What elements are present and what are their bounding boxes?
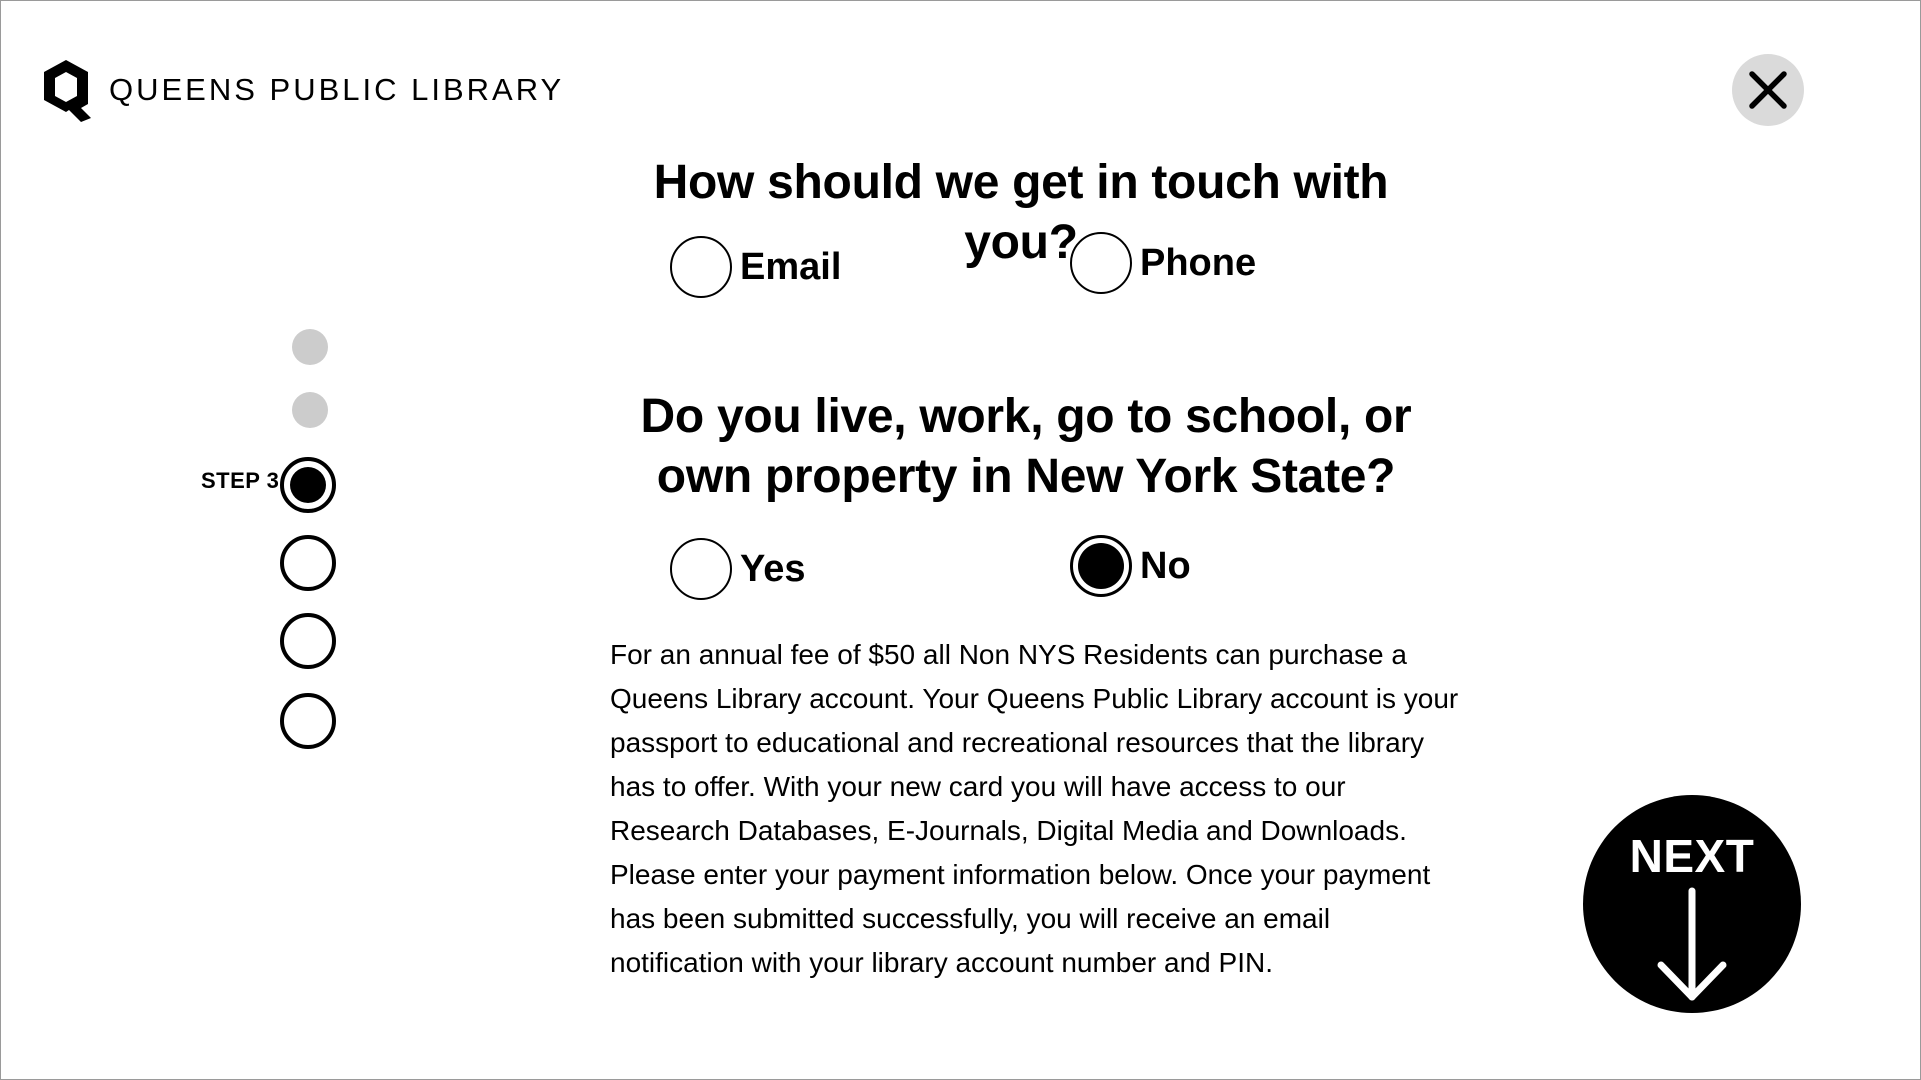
close-icon: [1749, 71, 1787, 109]
library-logo[interactable]: QUEENS PUBLIC LIBRARY: [41, 58, 564, 122]
step-2-completed[interactable]: [292, 392, 328, 428]
residency-question-title: Do you live, work, go to school, or own …: [640, 390, 1412, 503]
radio-selected-dot: [1078, 543, 1124, 589]
step-5-pending: [280, 613, 336, 669]
close-button[interactable]: [1732, 54, 1804, 126]
yes-radio-option[interactable]: Yes: [670, 538, 806, 600]
step-4-pending: [280, 535, 336, 591]
no-radio-label: No: [1140, 544, 1191, 587]
step-6-pending: [280, 693, 336, 749]
phone-radio-button[interactable]: [1070, 232, 1132, 294]
library-name: QUEENS PUBLIC LIBRARY: [109, 72, 565, 107]
page-frame: QUEENS PUBLIC LIBRARY STEP 3 How should …: [0, 0, 1921, 1080]
no-radio-button[interactable]: [1070, 535, 1132, 597]
email-radio-button[interactable]: [670, 236, 732, 298]
current-step-label: STEP 3: [201, 468, 280, 493]
next-button[interactable]: NEXT: [1583, 795, 1801, 1013]
step-3-current: [280, 457, 336, 513]
arrow-down-icon: [1657, 887, 1727, 1001]
queens-library-q-icon: [44, 60, 91, 122]
email-radio-label: Email: [740, 245, 842, 288]
step-1-completed[interactable]: [292, 329, 328, 365]
non-resident-fee-info: For an annual fee of $50 all Non NYS Res…: [610, 639, 1459, 978]
current-step-fill: [290, 467, 326, 503]
email-radio-option[interactable]: Email: [670, 236, 841, 298]
no-radio-option[interactable]: No: [1070, 535, 1191, 597]
next-button-label: NEXT: [1629, 830, 1755, 882]
yes-radio-label: Yes: [740, 547, 806, 590]
yes-radio-button[interactable]: [670, 538, 732, 600]
phone-radio-option[interactable]: Phone: [1070, 232, 1256, 294]
phone-radio-label: Phone: [1140, 241, 1257, 284]
